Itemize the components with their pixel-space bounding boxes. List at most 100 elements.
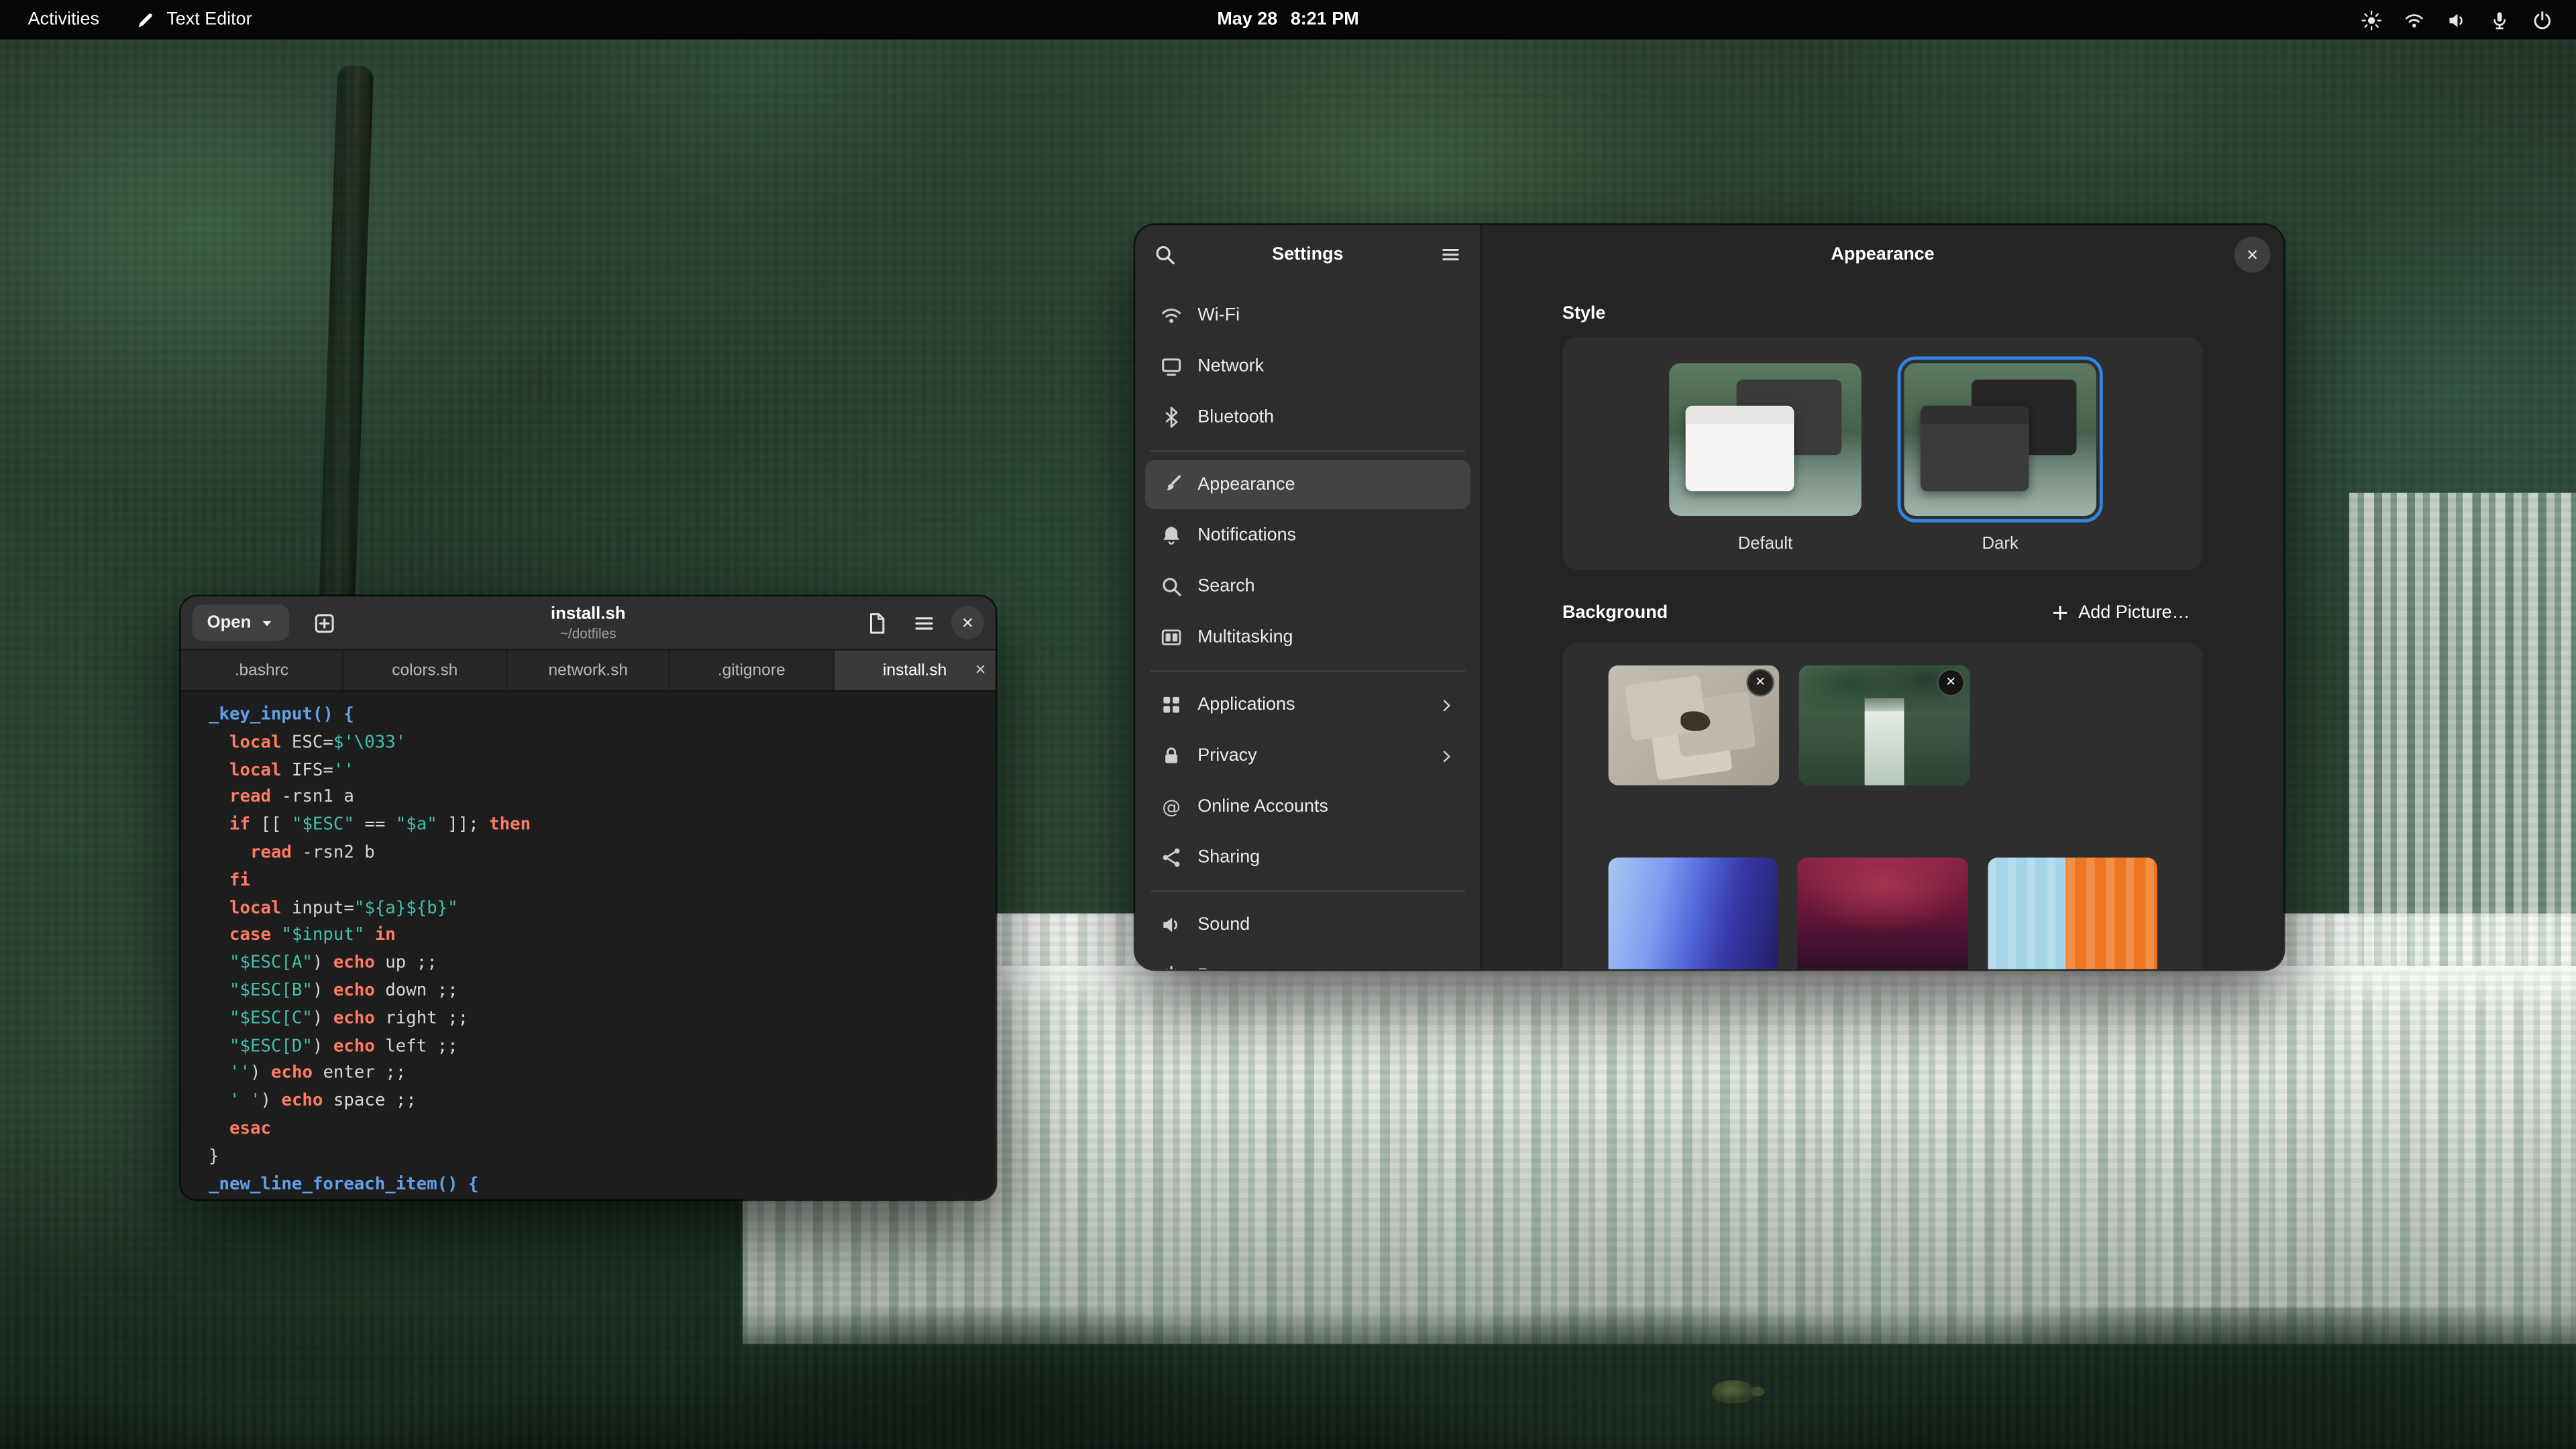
chevron-right-icon <box>1438 696 1456 714</box>
multitasking-icon <box>1160 626 1183 649</box>
sidebar-item-label: Network <box>1197 356 1264 376</box>
sidebar-item-privacy[interactable]: Privacy <box>1145 731 1470 780</box>
lock-icon <box>1160 744 1183 767</box>
power-icon <box>2532 9 2553 30</box>
bell-icon <box>1160 524 1183 547</box>
search-icon <box>1153 243 1176 266</box>
editor-close-button[interactable]: × <box>951 606 984 639</box>
sidebar-item-online-accounts[interactable]: @ Online Accounts <box>1145 782 1470 831</box>
settings-menu-button[interactable] <box>1433 237 1469 273</box>
style-preview-front-window <box>1686 406 1794 491</box>
settings-search-button[interactable] <box>1146 237 1183 273</box>
main-menu-button[interactable] <box>904 603 943 643</box>
speaker-icon <box>1160 914 1183 936</box>
desktop: Activities Text Editor May 28 8:21 PM <box>0 0 2576 1449</box>
open-button[interactable]: Open <box>193 604 289 641</box>
page-title: Appearance <box>1831 245 1934 264</box>
code-editor-area[interactable]: _key_input() { local ESC=$'\033' local I… <box>180 692 996 1198</box>
sidebar-item-wifi[interactable]: Wi-Fi <box>1145 290 1470 339</box>
code-line: if [[ "$ESC" == "$a" ]]; then <box>209 812 996 839</box>
tab-gitignore[interactable]: .gitignore <box>671 651 834 690</box>
editor-headerbar[interactable]: Open install.sh ~/dotfiles <box>180 596 996 649</box>
sidebar-headerbar[interactable]: Settings <box>1135 225 1480 284</box>
sidebar-item-label: Privacy <box>1197 746 1256 765</box>
sidebar-item-label: Bluetooth <box>1197 407 1274 427</box>
wallpaper-thumb-dark-red-gradient[interactable] <box>1798 857 1968 969</box>
focused-app-name: Text Editor <box>166 10 252 30</box>
wallpaper-thumb-blue-orange-split[interactable] <box>1987 857 2157 969</box>
tab-install-sh[interactable]: install.sh × <box>834 651 996 690</box>
sidebar-item-sharing[interactable]: Sharing <box>1145 833 1470 882</box>
power-icon <box>1160 965 1183 969</box>
tab-bashrc[interactable]: .bashrc <box>180 651 343 690</box>
code-line: local ESC=$'\033' <box>209 729 996 757</box>
style-option-label: Dark <box>1982 534 2018 553</box>
sidebar-item-power[interactable]: Power <box>1145 951 1470 969</box>
activities-button[interactable]: Activities <box>13 7 114 33</box>
code-line: fi <box>209 867 996 895</box>
document-properties-button[interactable] <box>856 603 896 643</box>
tab-colors-sh[interactable]: colors.sh <box>344 651 507 690</box>
code-line: local input="${a}${b}" <box>209 895 996 922</box>
settings-sidebar: Settings Wi-Fi Network <box>1135 225 1482 969</box>
sidebar-item-label: Applications <box>1197 695 1295 714</box>
style-thumb-dark-selected <box>1898 356 2103 522</box>
sidebar-item-label: Multitasking <box>1197 628 1293 647</box>
sidebar-item-notifications[interactable]: Notifications <box>1145 511 1470 560</box>
editor-tab-bar: .bashrc colors.sh network.sh .gitignore … <box>180 649 996 692</box>
text-editor-icon <box>136 9 157 30</box>
top-bar-left: Activities Text Editor <box>0 6 267 34</box>
style-option-label: Default <box>1738 534 1793 553</box>
sidebar-separator <box>1150 450 1465 451</box>
system-tray[interactable] <box>2361 0 2576 40</box>
new-tab-button[interactable] <box>305 603 345 643</box>
svg-text:@: @ <box>1162 796 1181 818</box>
sidebar-item-label: Sharing <box>1197 848 1260 867</box>
background-current-row: × × <box>1609 665 2157 786</box>
volume-icon <box>2447 9 2468 30</box>
wallpaper-thumb-forest-waterfall[interactable]: × <box>1799 665 1970 786</box>
appearance-headerbar[interactable]: Appearance × <box>1482 225 2284 284</box>
sidebar-item-sound[interactable]: Sound <box>1145 900 1470 949</box>
network-icon <box>1160 355 1183 378</box>
hamburger-menu-icon <box>1439 243 1462 266</box>
remove-wallpaper-button[interactable]: × <box>1937 669 1965 697</box>
tab-label: install.sh <box>883 661 947 680</box>
sidebar-item-network[interactable]: Network <box>1145 341 1470 390</box>
add-picture-button[interactable]: Add Picture… <box>2037 596 2203 629</box>
settings-title: Settings <box>1272 245 1343 264</box>
settings-close-button[interactable]: × <box>2235 237 2271 273</box>
focused-app-menu[interactable]: Text Editor <box>121 6 267 34</box>
sidebar-item-appearance[interactable]: Appearance <box>1145 460 1470 509</box>
sidebar-item-label: Appearance <box>1197 475 1295 494</box>
code-line: "$ESC[D") echo left ;; <box>209 1032 996 1060</box>
tab-close-button[interactable]: × <box>975 660 986 680</box>
clock[interactable]: May 28 8:21 PM <box>1201 0 1375 40</box>
tab-network-sh[interactable]: network.sh <box>507 651 670 690</box>
code-line: "$ESC[A") echo up ;; <box>209 950 996 977</box>
style-option-default[interactable]: Default <box>1662 356 1868 553</box>
code-line: local IFS='' <box>209 757 996 784</box>
code-line: "$ESC[B") echo down ;; <box>209 977 996 1005</box>
add-picture-label: Add Picture… <box>2078 603 2190 623</box>
style-option-dark[interactable]: Dark <box>1898 356 2103 553</box>
sidebar-item-multitasking[interactable]: Multitasking <box>1145 612 1470 661</box>
plus-icon <box>2051 603 2070 623</box>
remove-wallpaper-button[interactable]: × <box>1746 669 1774 697</box>
sidebar-item-search[interactable]: Search <box>1145 562 1470 611</box>
code-line: "$ESC[C") echo right ;; <box>209 1005 996 1032</box>
code-line: read -rsn2 b <box>209 839 996 867</box>
document-subtitle: ~/dotfiles <box>551 625 625 641</box>
wallpaper-thumb-blue-purple-geometric[interactable] <box>1609 857 1778 969</box>
wallpaper-image <box>1798 857 1968 969</box>
code-line: ' ') echo space ;; <box>209 1088 996 1116</box>
sidebar-item-applications[interactable]: Applications <box>1145 680 1470 729</box>
appearance-content: Style Default <box>1562 284 2203 969</box>
chevron-right-icon <box>1438 747 1456 765</box>
document-title: install.sh <box>551 604 625 625</box>
wallpaper-thumb-light-abstract[interactable]: × <box>1609 665 1780 786</box>
clock-date: May 28 <box>1217 10 1277 30</box>
sidebar-item-bluetooth[interactable]: Bluetooth <box>1145 392 1470 441</box>
wallpaper-image <box>1609 857 1778 969</box>
sidebar-list: Wi-Fi Network Bluetooth <box>1135 284 1480 969</box>
